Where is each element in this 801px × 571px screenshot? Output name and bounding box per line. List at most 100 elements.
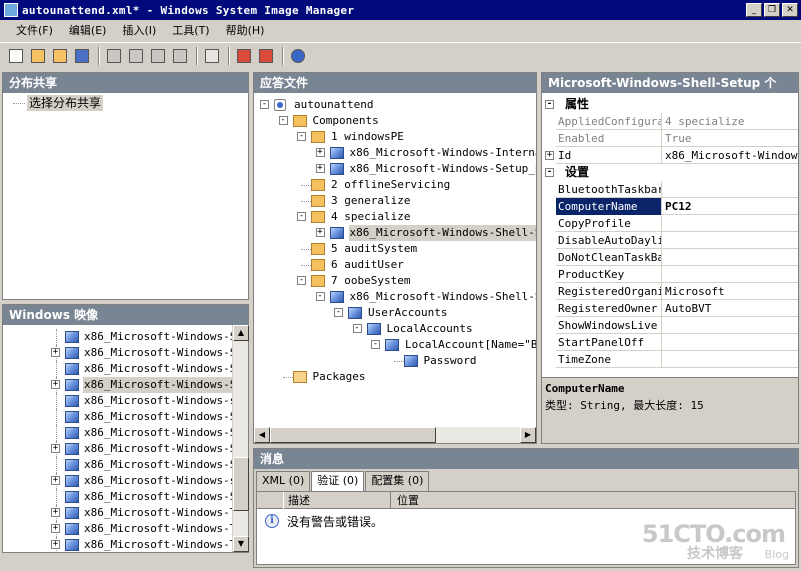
windows-image-item[interactable]: + x86_Microsoft-Windows-SNM — [3, 441, 248, 457]
scroll-up-button[interactable]: ▲ — [233, 325, 249, 341]
windows-image-item[interactable]: + x86_Microsoft-Windows-Tap — [3, 521, 248, 537]
open-folder-button[interactable] — [28, 46, 48, 66]
answer-file-node[interactable]: Packages — [254, 369, 536, 385]
setting-value[interactable] — [663, 249, 798, 266]
scroll-left-button[interactable]: ◀ — [254, 427, 270, 443]
windows-image-item[interactable]: x86_Microsoft-Windows-Sec — [3, 329, 248, 345]
expand-toggle-icon[interactable]: - — [297, 276, 306, 285]
setting-value[interactable] — [663, 232, 798, 249]
setting-row[interactable]: RegisteredOwner AutoBVT — [556, 300, 798, 317]
column-description[interactable]: 描述 — [283, 492, 391, 509]
expand-toggle-icon[interactable]: - — [371, 340, 380, 349]
messages-tab[interactable]: XML (0) — [256, 471, 311, 491]
answer-file-node[interactable]: - Components — [254, 113, 536, 129]
answer-file-node[interactable]: - autounattend — [254, 97, 536, 113]
messages-tab[interactable]: 配置集 (0) — [365, 471, 430, 491]
answer-file-node[interactable]: - 4 specialize — [254, 209, 536, 225]
answer-file-hscrollbar[interactable]: ◀ ▶ — [254, 427, 536, 443]
expand-toggle-icon[interactable]: - — [297, 212, 306, 221]
menu-help[interactable]: 帮助(H) — [218, 22, 273, 38]
select-distribution-share-item[interactable]: 选择分布共享 — [27, 95, 104, 111]
answer-file-node[interactable]: 3 generalize — [254, 193, 536, 209]
expand-toggle-icon[interactable]: - — [278, 116, 288, 125]
menu-insert[interactable]: 插入(I) — [114, 22, 164, 38]
scroll-down-button[interactable]: ▼ — [233, 536, 249, 552]
messages-tab[interactable]: 验证 (0) — [311, 471, 365, 491]
expand-toggle-icon[interactable]: + — [51, 524, 60, 533]
expand-toggle-icon[interactable]: + — [51, 380, 60, 389]
windows-image-item[interactable]: x86_Microsoft-Windows-SMB — [3, 425, 248, 441]
windows-image-item[interactable]: + x86_Microsoft-Windows-TCP — [3, 537, 248, 552]
open-distribution-button[interactable] — [50, 46, 70, 66]
expand-toggle-icon[interactable]: + — [545, 151, 554, 160]
expand-toggle-icon[interactable]: + — [315, 164, 325, 173]
setting-value[interactable] — [663, 181, 798, 198]
windows-image-item[interactable]: x86_Microsoft-Windows-She — [3, 361, 248, 377]
windows-image-item[interactable]: + x86_Microsoft-Windows-sto — [3, 473, 248, 489]
expand-toggle-icon[interactable]: + — [315, 148, 325, 157]
setting-row[interactable]: TimeZone — [556, 351, 798, 368]
column-location[interactable]: 位置 — [393, 492, 593, 509]
collapse-toggle-icon[interactable]: - — [545, 100, 554, 109]
setting-value[interactable] — [663, 317, 798, 334]
setting-row[interactable]: DisableAutoDaylig — [556, 232, 798, 249]
property-category[interactable]: - 设置 — [542, 164, 798, 181]
new-file-button[interactable] — [6, 46, 26, 66]
expand-toggle-icon[interactable]: - — [334, 308, 343, 317]
answer-file-node[interactable]: - LocalAccounts — [254, 321, 536, 337]
expand-toggle-icon[interactable]: - — [352, 324, 362, 333]
setting-row[interactable]: BluetoothTaskbarI — [556, 181, 798, 198]
expand-toggle-icon[interactable]: - — [315, 292, 325, 301]
create-config-button[interactable] — [256, 46, 276, 66]
minimize-button[interactable]: _ — [746, 3, 762, 17]
setting-row[interactable]: CopyProfile — [556, 215, 798, 232]
menu-tools[interactable]: 工具(T) — [164, 22, 217, 38]
setting-value[interactable] — [663, 266, 798, 283]
setting-value[interactable] — [663, 215, 798, 232]
property-row[interactable]: AppliedConfigurat 4 specialize — [556, 113, 798, 130]
paste-button[interactable] — [148, 46, 168, 66]
windows-image-vscrollbar[interactable]: ▲ ▼ — [232, 325, 249, 552]
windows-image-item[interactable]: + x86_Microsoft-Windows-Tab — [3, 505, 248, 521]
setting-value[interactable]: AutoBVT — [663, 300, 798, 317]
close-button[interactable]: ✕ — [782, 3, 798, 17]
windows-image-item[interactable]: x86_Microsoft-Windows-Sid — [3, 409, 248, 425]
maximize-button[interactable]: ❐ — [764, 3, 780, 17]
answer-file-node[interactable]: + x86_Microsoft-Windows-Setup_neu — [254, 161, 536, 177]
expand-toggle-icon[interactable]: + — [51, 476, 60, 485]
delete-button[interactable] — [170, 46, 190, 66]
expand-toggle-icon[interactable]: - — [297, 132, 306, 141]
help-button[interactable] — [288, 46, 308, 66]
answer-file-node[interactable]: + x86_Microsoft-Windows-Internati — [254, 145, 536, 161]
windows-image-item[interactable]: + x86_Microsoft-Windows-Set — [3, 345, 248, 361]
windows-image-item[interactable]: x86_Microsoft-Windows-shw — [3, 393, 248, 409]
setting-value[interactable] — [663, 334, 798, 351]
property-value[interactable]: True — [663, 130, 798, 147]
answer-file-node[interactable]: - 1 windowsPE — [254, 129, 536, 145]
setting-value[interactable]: PC12 — [663, 198, 798, 215]
find-button[interactable] — [202, 46, 222, 66]
answer-file-node[interactable]: Password — [254, 353, 536, 369]
property-value[interactable]: 4 specialize — [663, 113, 798, 130]
setting-value[interactable] — [663, 351, 798, 368]
expand-toggle-icon[interactable]: + — [51, 348, 60, 357]
copy-button[interactable] — [126, 46, 146, 66]
scroll-right-button[interactable]: ▶ — [520, 427, 536, 443]
setting-value[interactable]: Microsoft — [663, 283, 798, 300]
windows-image-item[interactable]: x86_Microsoft-Windows-Sys — [3, 489, 248, 505]
property-row[interactable]: + Id x86_Microsoft-Windows- — [545, 147, 798, 164]
property-row[interactable]: Enabled True — [556, 130, 798, 147]
expand-toggle-icon[interactable]: + — [51, 540, 60, 549]
scroll-thumb[interactable] — [233, 457, 249, 511]
collapse-toggle-icon[interactable]: - — [545, 168, 554, 177]
answer-file-node[interactable]: - x86_Microsoft-Windows-Shell-Set — [254, 289, 536, 305]
setting-row[interactable]: RegisteredOrganiz Microsoft — [556, 283, 798, 300]
expand-toggle-icon[interactable]: + — [315, 228, 325, 237]
setting-row[interactable]: ComputerName PC12 — [556, 198, 798, 215]
setting-row[interactable]: StartPanelOff — [556, 334, 798, 351]
cut-button[interactable] — [104, 46, 124, 66]
menu-edit[interactable]: 编辑(E) — [61, 22, 115, 38]
answer-file-node[interactable]: - LocalAccount[Name="BO — [254, 337, 536, 353]
scroll-thumb[interactable] — [270, 427, 436, 443]
answer-file-node[interactable]: - UserAccounts — [254, 305, 536, 321]
